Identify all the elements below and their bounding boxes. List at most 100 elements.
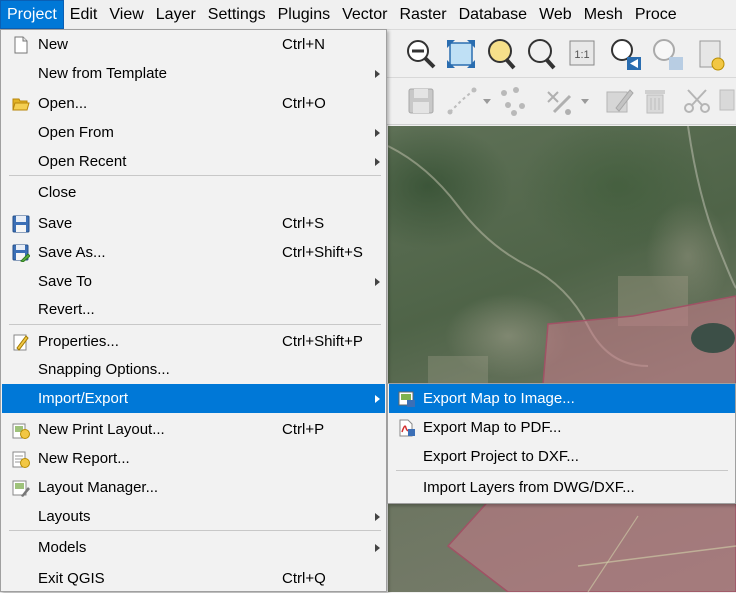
folder-open-icon — [12, 98, 30, 111]
delete-selected-icon[interactable] — [542, 84, 576, 118]
menu-item-label: Open From — [38, 124, 114, 141]
menu-item-save-as[interactable]: Save As... Ctrl+Shift+S — [2, 238, 385, 267]
submenu-arrow-icon — [375, 395, 380, 403]
modify-attributes-icon[interactable] — [602, 84, 636, 118]
zoom-next-icon[interactable] — [650, 37, 684, 71]
submenu-arrow-icon — [375, 513, 380, 521]
menu-item-open-from[interactable]: Open From — [2, 118, 385, 147]
zoom-full-icon[interactable] — [444, 37, 478, 71]
menu-item-shortcut: Ctrl+Shift+S — [282, 244, 363, 261]
submenu-arrow-icon — [375, 70, 380, 78]
menu-item-open[interactable]: Open... Ctrl+O — [2, 89, 385, 118]
menu-item-label: New from Template — [38, 65, 167, 82]
menu-item-shortcut: Ctrl+Q — [282, 570, 326, 587]
menu-settings[interactable]: Settings — [202, 0, 272, 29]
menu-separator — [396, 470, 728, 471]
cut-features-icon[interactable] — [680, 84, 714, 118]
digitize-line-icon[interactable] — [446, 84, 480, 118]
submenu-item-label: Export Project to DXF... — [423, 448, 579, 465]
menu-processing[interactable]: Proce — [629, 0, 683, 29]
submenu-item-export-map-to-image[interactable]: Export Map to Image... — [389, 384, 735, 413]
menu-item-new-print-layout[interactable]: New Print Layout... Ctrl+P — [2, 415, 385, 444]
menu-item-label: Open... — [38, 95, 88, 112]
save-as-icon — [12, 244, 30, 262]
print-layout-icon — [12, 423, 30, 439]
menu-item-label: Snapping Options... — [38, 361, 170, 378]
menu-item-models[interactable]: Models — [2, 533, 385, 562]
submenu-item-label: Import Layers from DWG/DXF... — [423, 479, 635, 496]
save-icon — [12, 215, 30, 233]
vertex-tool-icon[interactable] — [496, 84, 530, 118]
menu-item-shortcut: Ctrl+P — [282, 421, 325, 438]
menu-item-label: Save As... — [38, 244, 106, 261]
properties-icon — [13, 334, 29, 351]
zoom-to-layer-icon[interactable] — [524, 37, 558, 71]
submenu-arrow-icon — [375, 158, 380, 166]
menu-edit[interactable]: Edit — [64, 0, 104, 29]
menu-item-label: Open Recent — [38, 153, 127, 170]
save-edits-icon[interactable] — [404, 84, 438, 118]
submenu-arrow-icon — [375, 544, 380, 552]
submenu-item-label: Export Map to PDF... — [423, 419, 562, 436]
menu-item-shortcut: Ctrl+N — [282, 36, 325, 53]
menu-item-label: Save To — [38, 273, 92, 290]
submenu-arrow-icon — [375, 278, 380, 286]
menu-item-label: Exit QGIS — [38, 570, 105, 587]
menu-item-close[interactable]: Close — [2, 178, 385, 207]
new-document-icon — [14, 36, 28, 54]
pdf-icon — [399, 419, 415, 437]
import-export-submenu: Export Map to Image... Export Map to PDF… — [387, 383, 736, 504]
submenu-item-export-project-to-dxf[interactable]: Export Project to DXF... — [389, 442, 735, 471]
zoom-out-icon[interactable] — [404, 37, 438, 71]
menu-item-new-from-template[interactable]: New from Template — [2, 59, 385, 88]
zoom-last-icon[interactable] — [608, 37, 642, 71]
menu-view[interactable]: View — [103, 0, 149, 29]
menu-item-shortcut: Ctrl+Shift+P — [282, 333, 363, 350]
menu-item-exit-qgis[interactable]: Exit QGIS Ctrl+Q — [2, 564, 385, 593]
menu-item-label: Save — [38, 215, 73, 232]
menu-item-layouts[interactable]: Layouts — [2, 502, 385, 531]
report-icon — [12, 451, 30, 468]
chevron-down-icon[interactable] — [580, 98, 590, 106]
menu-item-import-export[interactable]: Import/Export — [2, 384, 385, 413]
menu-mesh[interactable]: Mesh — [578, 0, 629, 29]
chevron-down-icon[interactable] — [482, 98, 492, 106]
copy-features-icon[interactable] — [716, 84, 736, 118]
menu-bar: Project Edit View Layer Settings Plugins… — [0, 0, 736, 30]
menu-item-label: New Report... — [38, 450, 130, 467]
submenu-item-import-layers-from-dwg-dxf[interactable]: Import Layers from DWG/DXF... — [389, 473, 735, 502]
delete-feature-icon[interactable] — [638, 84, 672, 118]
menu-raster[interactable]: Raster — [393, 0, 452, 29]
menu-item-save-to[interactable]: Save To — [2, 267, 385, 296]
submenu-item-export-map-to-pdf[interactable]: Export Map to PDF... — [389, 413, 735, 442]
menu-item-revert[interactable]: Revert... — [2, 295, 385, 324]
menu-layer[interactable]: Layer — [150, 0, 202, 29]
menu-item-label: Properties... — [38, 333, 119, 350]
menu-item-new-report[interactable]: New Report... — [2, 444, 385, 473]
menu-web[interactable]: Web — [533, 0, 578, 29]
menu-item-layout-manager[interactable]: Layout Manager... — [2, 473, 385, 502]
menu-separator — [9, 324, 381, 325]
project-menu: New Ctrl+N New from Template Open... Ctr… — [0, 29, 387, 592]
zoom-native-resolution-icon[interactable]: 1:1 — [566, 37, 600, 71]
menu-item-shortcut: Ctrl+O — [282, 95, 326, 112]
new-map-view-icon[interactable] — [692, 37, 726, 71]
menu-item-label: New — [38, 36, 69, 53]
menu-project[interactable]: Project — [0, 0, 64, 29]
menu-item-properties[interactable]: Properties... Ctrl+Shift+P — [2, 327, 385, 356]
menu-database[interactable]: Database — [453, 0, 534, 29]
menu-item-save[interactable]: Save Ctrl+S — [2, 209, 385, 238]
export-image-icon — [398, 391, 415, 407]
menu-item-label: Close — [38, 184, 77, 201]
zoom-to-selection-icon[interactable] — [484, 37, 518, 71]
menu-item-new[interactable]: New Ctrl+N — [2, 30, 385, 59]
map-layers — [388, 126, 736, 592]
menu-item-snapping-options[interactable]: Snapping Options... — [2, 355, 385, 384]
menu-item-open-recent[interactable]: Open Recent — [2, 147, 385, 176]
map-canvas[interactable] — [388, 126, 736, 592]
map-navigation-toolbar: 1:1 — [380, 30, 736, 78]
menu-separator — [9, 175, 381, 176]
menu-vector[interactable]: Vector — [336, 0, 393, 29]
menu-plugins[interactable]: Plugins — [272, 0, 336, 29]
layout-manager-icon — [12, 480, 30, 497]
